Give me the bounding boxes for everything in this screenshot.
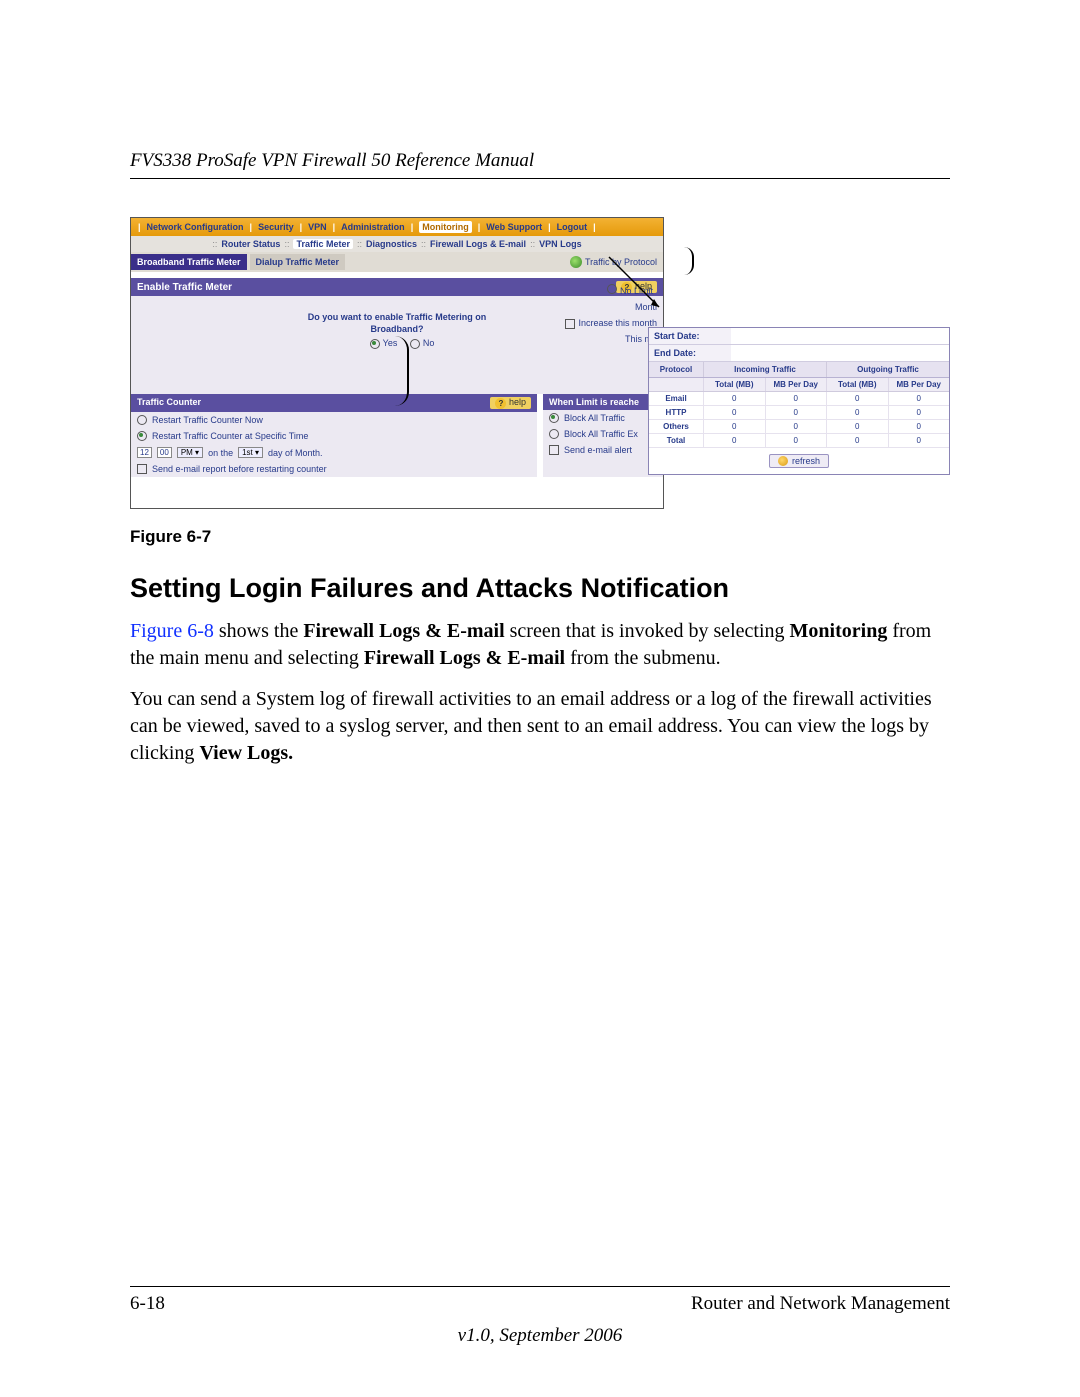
page-number: 6-18 <box>130 1293 165 1315</box>
tab-row: Broadband Traffic Meter Dialup Traffic M… <box>131 252 663 272</box>
figure-6-8-xref[interactable]: Figure 6-8 <box>130 620 214 642</box>
col-in-day: MB Per Day <box>765 378 827 391</box>
col-out-day: MB Per Day <box>888 378 950 391</box>
restart-now-radio[interactable]: Restart Traffic Counter Now <box>131 412 537 428</box>
start-date-label: Start Date: <box>649 328 731 344</box>
nav-admin[interactable]: Administration <box>341 222 405 232</box>
traffic-by-protocol-popup: Start Date: End Date: Protocol Incoming … <box>648 327 950 475</box>
brace-right-icon <box>670 247 694 275</box>
day-select[interactable]: 1st ▾ <box>238 447 263 458</box>
send-email-report-checkbox[interactable]: Send e-mail report before restarting cou… <box>131 461 537 477</box>
version-line: v1.0, September 2006 <box>0 1325 1080 1347</box>
nav-security[interactable]: Security <box>258 222 294 232</box>
end-date-label: End Date: <box>649 345 731 361</box>
subnav-trafficmeter[interactable]: Traffic Meter <box>293 239 353 249</box>
nav-logout[interactable]: Logout <box>557 222 588 232</box>
chapter-title: Router and Network Management <box>691 1293 950 1315</box>
top-nav-bar: | Network Configuration| Security| VPN| … <box>131 218 663 236</box>
ampm-select[interactable]: PM ▾ <box>177 447 203 458</box>
brace-icon <box>385 336 409 406</box>
enable-traffic-meter-body: No Limit Do you want to enable Traffic M… <box>131 296 663 394</box>
block-all-radio[interactable]: Block All Traffic <box>543 410 663 426</box>
nav-websupport[interactable]: Web Support <box>486 222 542 232</box>
refresh-button[interactable]: refresh <box>769 454 829 468</box>
table-row: HTTP0000 <box>649 406 949 420</box>
increase-checkbox[interactable]: Increase this month <box>565 318 657 329</box>
subnav-firewalllogs[interactable]: Firewall Logs & E-mail <box>430 239 526 249</box>
send-email-alert-checkbox[interactable]: Send e-mail alert <box>543 442 663 458</box>
col-incoming: Incoming Traffic <box>703 362 826 377</box>
col-in-mb: Total (MB) <box>703 378 765 391</box>
col-out-mb: Total (MB) <box>826 378 888 391</box>
subnav-vpnlogs[interactable]: VPN Logs <box>539 239 582 249</box>
traffic-by-protocol-link[interactable]: Traffic by Protocol <box>570 256 663 268</box>
block-all-ex-radio[interactable]: Block All Traffic Ex <box>543 426 663 442</box>
restart-specific-radio[interactable]: Restart Traffic Counter at Specific Time <box>131 428 537 444</box>
tab-dialup[interactable]: Dialup Traffic Meter <box>250 254 346 270</box>
nav-network[interactable]: Network Configuration <box>147 222 244 232</box>
running-header: FVS338 ProSafe VPN Firewall 50 Reference… <box>130 150 950 179</box>
traffic-counter-panel: Traffic Counter? help Restart Traffic Co… <box>131 394 537 477</box>
no-limit-radio[interactable]: No Limit <box>607 284 653 296</box>
question-icon: ? <box>495 398 506 409</box>
when-limit-panel: When Limit is reache Block All Traffic B… <box>543 394 663 477</box>
paragraph-2: You can send a System log of firewall ac… <box>130 686 950 767</box>
sub-nav-bar: ::Router Status ::Traffic Meter ::Diagno… <box>131 236 663 252</box>
table-row: Email0000 <box>649 392 949 406</box>
page-footer: 6-18 Router and Network Management <box>130 1286 950 1315</box>
start-date-value <box>731 328 949 344</box>
col-protocol: Protocol <box>649 362 703 377</box>
nav-monitoring[interactable]: Monitoring <box>419 221 472 233</box>
paragraph-1: Figure 6-8 shows the Firewall Logs & E-m… <box>130 618 950 672</box>
hour-input[interactable]: 12 <box>137 447 152 458</box>
figure-6-7-container: | Network Configuration| Security| VPN| … <box>130 217 950 517</box>
radio-yes[interactable] <box>370 339 380 349</box>
radio-no[interactable] <box>410 339 420 349</box>
nav-vpn[interactable]: VPN <box>308 222 327 232</box>
help-link-tc[interactable]: ? help <box>490 397 531 409</box>
tab-broadband[interactable]: Broadband Traffic Meter <box>131 254 247 270</box>
end-date-value <box>731 345 949 361</box>
table-row: Others0000 <box>649 420 949 434</box>
time-picker-row: 12 00 PM ▾ on the 1st ▾ day of Month. <box>131 444 537 461</box>
enable-traffic-meter-header: Enable Traffic Meter ? help <box>131 278 663 296</box>
montl-cut: Montl <box>635 302 657 312</box>
figure-caption: Figure 6-7 <box>130 527 950 547</box>
section-heading: Setting Login Failures and Attacks Notif… <box>130 573 950 604</box>
subnav-routerstatus[interactable]: Router Status <box>221 239 280 249</box>
col-outgoing: Outgoing Traffic <box>826 362 949 377</box>
screenshot-main-window: | Network Configuration| Security| VPN| … <box>130 217 664 509</box>
arrow-icon <box>570 256 582 268</box>
subnav-diagnostics[interactable]: Diagnostics <box>366 239 417 249</box>
minute-input[interactable]: 00 <box>157 447 172 458</box>
table-row: Total0000 <box>649 434 949 448</box>
